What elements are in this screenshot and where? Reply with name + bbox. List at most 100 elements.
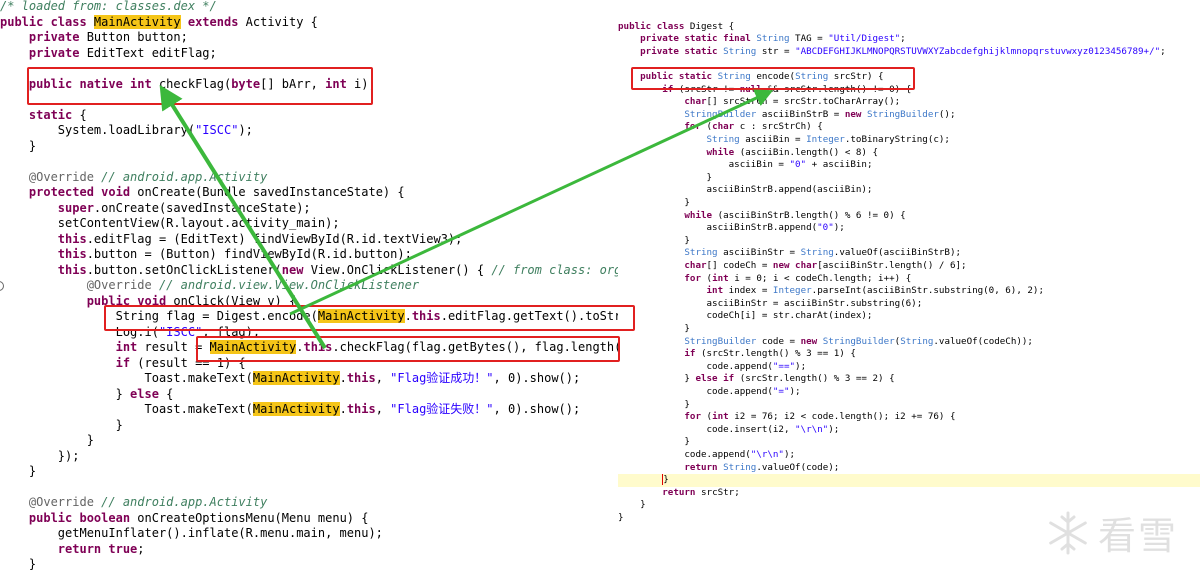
code-token: String: [723, 45, 762, 57]
code-token: String: [706, 134, 746, 145]
snowflake-icon: [1049, 511, 1087, 554]
watermark: 看雪: [1044, 505, 1178, 560]
code-token: (srcStr.length() % 3 == 1) {: [701, 348, 856, 360]
code-token: int: [712, 411, 735, 423]
code-token: str =: [761, 45, 796, 57]
code-token: code =: [761, 335, 801, 347]
code-token: srcStr;: [701, 486, 740, 498]
code-line: } else {: [0, 387, 618, 403]
code-token: "=": [772, 386, 790, 397]
code-token: // android.app.Activity: [101, 169, 268, 184]
code-token: }: [0, 464, 37, 478]
code-line: }: [618, 474, 1200, 487]
code-token: Toast.makeText(: [0, 402, 253, 416]
code-token: asciiBinStrB.append(: [618, 222, 818, 234]
code-token: asciiBinStr =: [723, 247, 801, 259]
code-token: View.OnClickListener() {: [310, 262, 492, 277]
code-token: .valueOf(codeCh));: [933, 335, 1033, 347]
code-token: {: [166, 386, 174, 401]
code-line: System.loadLibrary("ISCC");: [0, 123, 618, 139]
code-token: i = 0; i < codeCh.length; i++) {: [734, 272, 912, 284]
code-token: Integer: [772, 285, 812, 297]
code-line: public class MainActivity extends Activi…: [0, 14, 618, 31]
code-token: ;: [1160, 45, 1166, 57]
code-token: char: [684, 260, 707, 271]
code-line: }: [618, 235, 1200, 248]
code-line: String asciiBinStr = String.valueOf(asci…: [618, 247, 1200, 260]
code-token: /* loaded from: classes.dex */: [0, 0, 217, 13]
code-token: StringBuilder: [684, 335, 762, 347]
code-token: c : srcStrCh) {: [739, 121, 823, 133]
code-line: private Button button;: [0, 30, 618, 46]
code-token: [] srcStrCh = srcStr.toCharArray();: [706, 96, 901, 108]
code-token: @Override: [28, 495, 102, 509]
code-token: new char: [772, 260, 818, 271]
code-token: [asciiBinStr.length() / 6];: [817, 260, 967, 271]
code-token: }: [618, 197, 690, 208]
code-token: + asciiBin;: [806, 159, 873, 171]
code-line: for (int i2 = 76; i2 < code.length(); i2…: [618, 411, 1200, 424]
code-token: StringBuilder: [822, 335, 895, 347]
code-token: }: [618, 171, 713, 183]
code-token: Integer: [806, 134, 845, 145]
code-token: asciiBin =: [618, 159, 790, 171]
code-line: public class Digest {: [618, 21, 1200, 34]
code-line: return true;: [0, 542, 618, 558]
code-token: static: [28, 107, 80, 122]
code-token: new: [844, 108, 867, 120]
highlighted-class-name: MainActivity: [252, 371, 340, 385]
code-token: String: [800, 247, 834, 259]
code-line: Toast.makeText(MainActivity.this, "Flag验…: [0, 371, 618, 387]
code-token: }: [0, 433, 94, 447]
code-token: public class: [0, 14, 94, 29]
code-token: protected void: [28, 185, 138, 199]
code-token: .toBinaryString(c);: [844, 134, 950, 145]
code-line: static {: [0, 108, 618, 124]
code-token: i2 = 76; i2 < code.length(); i2 += 76) {: [734, 411, 956, 423]
code-token: .onCreate(savedInstanceState);: [93, 200, 311, 215]
code-token: }: [618, 512, 624, 523]
code-line: }: [0, 139, 618, 155]
code-line: protected void onCreate(Bundle savedInst…: [0, 185, 618, 201]
code-token: });: [0, 448, 80, 463]
code-line: for (char c : srcStrCh) {: [618, 121, 1200, 134]
code-token: getMenuInflater().inflate(R.menu.main, m…: [0, 526, 383, 540]
code-token: .editFlag = (EditText) findViewById(R.id…: [86, 231, 463, 246]
code-token: "Util/Digest": [828, 33, 901, 45]
code-token: this: [57, 247, 87, 261]
code-token: Button button;: [86, 30, 188, 44]
code-token: StringBuilder: [866, 108, 939, 120]
highlighted-class-name: MainActivity: [252, 402, 340, 416]
code-line: while (asciiBin.length() < 8) {: [618, 147, 1200, 160]
code-token: String: [756, 33, 796, 45]
code-token: );: [789, 386, 801, 397]
code-token: asciiBin =: [745, 134, 807, 145]
code-token: Digest {: [689, 20, 735, 32]
code-token: super: [57, 200, 94, 215]
code-line: @Override // android.app.Activity: [0, 495, 618, 511]
code-token: .: [339, 402, 347, 416]
code-token: "\r\n": [750, 449, 784, 460]
code-line: }: [618, 436, 1200, 449]
code-token: }: [618, 499, 646, 511]
code-token: ();: [938, 108, 956, 120]
code-line: while (asciiBinStrB.length() % 6 != 0) {: [618, 210, 1200, 223]
checkflag-native-annotation: [27, 67, 373, 105]
code-token: "ISCC": [195, 123, 239, 137]
code-token: "Flag验证失败！": [390, 402, 494, 416]
code-line: getMenuInflater().inflate(R.menu.main, m…: [0, 526, 618, 542]
code-line: codeCh[i] = str.charAt(index);: [618, 310, 1200, 323]
